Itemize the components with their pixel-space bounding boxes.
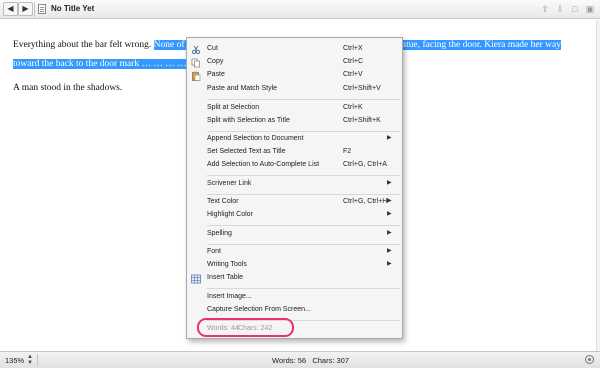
zoom-stepper-icon[interactable]: ▲ ▼ bbox=[27, 354, 33, 366]
shortcut-paste: Ctrl+V bbox=[343, 71, 363, 78]
menu-label-writing-tools: Writing Tools bbox=[207, 261, 247, 268]
target-icon[interactable] bbox=[585, 355, 594, 364]
menu-item-insert-table[interactable]: Insert Table bbox=[187, 272, 402, 285]
menu-item-split[interactable]: Split at Selection Ctrl+K bbox=[187, 102, 402, 115]
shortcut-set-title: F2 bbox=[343, 148, 352, 155]
menu-item-append[interactable]: Append Selection to Document ▶ bbox=[187, 133, 402, 146]
submenu-arrow-icon: ▶ bbox=[387, 198, 392, 204]
paste-icon bbox=[192, 71, 201, 81]
table-icon bbox=[191, 274, 201, 284]
submenu-arrow-icon: ▶ bbox=[387, 180, 392, 186]
shortcut-copy: Ctrl+C bbox=[343, 58, 364, 65]
submenu-arrow-icon: ▶ bbox=[387, 211, 392, 217]
menu-item-insert-image[interactable]: Insert Image... bbox=[187, 291, 402, 304]
menu-separator bbox=[207, 194, 400, 195]
menu-label-capture-selection: Capture Selection From Screen... bbox=[207, 306, 311, 313]
submenu-arrow-icon: ▶ bbox=[387, 261, 392, 267]
menu-item-spelling[interactable]: Spelling ▶ bbox=[187, 228, 402, 241]
shortcut-cut: Ctrl+X bbox=[343, 45, 363, 52]
shortcut-split: Ctrl+K bbox=[343, 104, 363, 111]
menu-item-text-color[interactable]: Text Color Ctrl+G, Ctrl+H ▶ bbox=[187, 196, 402, 209]
menu-item-font[interactable]: Font ▶ bbox=[187, 246, 402, 259]
menu-item-highlight-color[interactable]: Highlight Color ▶ bbox=[187, 209, 402, 222]
document-stats: Words: 56 Chars: 307 bbox=[272, 356, 349, 365]
menu-separator bbox=[207, 99, 400, 100]
menu-label-autocomplete: Add Selection to Auto-Complete List bbox=[207, 161, 320, 168]
submenu-arrow-icon: ▶ bbox=[387, 248, 392, 254]
document-icon bbox=[38, 4, 46, 14]
document-title[interactable]: No Title Yet bbox=[51, 4, 94, 13]
char-count: Chars: 307 bbox=[312, 356, 349, 365]
footer-bar: 135% ▲ ▼ Words: 56 Chars: 307 bbox=[0, 351, 600, 368]
submenu-arrow-icon: ▶ bbox=[387, 230, 392, 236]
menu-label-cut: Cut bbox=[207, 45, 218, 52]
menu-label-set-title: Set Selected Text as Title bbox=[207, 148, 286, 155]
menu-label-spelling: Spelling bbox=[207, 230, 232, 237]
menu-item-paste-match-style[interactable]: Paste and Match Style Ctrl+Shift+V bbox=[187, 83, 402, 96]
menu-item-split-title[interactable]: Split with Selection as Title Ctrl+Shift… bbox=[187, 115, 402, 128]
footer-divider bbox=[37, 354, 38, 366]
down-icon[interactable]: ⇩ bbox=[555, 3, 565, 15]
menu-label-copy: Copy bbox=[207, 58, 224, 65]
editor-scrollbar[interactable] bbox=[596, 20, 600, 351]
menu-label-insert-image: Insert Image... bbox=[207, 293, 252, 300]
header-divider bbox=[34, 2, 35, 17]
menu-separator bbox=[207, 175, 400, 176]
back-button[interactable]: ◀ bbox=[3, 2, 18, 16]
annotation-highlight-ring bbox=[197, 318, 294, 337]
menu-item-scrivener-link[interactable]: Scrivener Link ▶ bbox=[187, 178, 402, 191]
header-bar: ◀ ▶ No Title Yet ⇧ ⇩ □ ▣ bbox=[0, 0, 600, 19]
up-icon[interactable]: ⇧ bbox=[540, 3, 550, 15]
menu-separator bbox=[207, 225, 400, 226]
menu-label-split-title: Split with Selection as Title bbox=[207, 117, 290, 124]
menu-item-autocomplete[interactable]: Add Selection to Auto-Complete List Ctrl… bbox=[187, 159, 402, 172]
menu-label-append: Append Selection to Document bbox=[207, 135, 304, 142]
shortcut-split-title: Ctrl+Shift+K bbox=[343, 117, 381, 124]
menu-item-writing-tools[interactable]: Writing Tools ▶ bbox=[187, 259, 402, 272]
shortcut-paste-match-style: Ctrl+Shift+V bbox=[343, 85, 381, 92]
menu-label-scrivener-link: Scrivener Link bbox=[207, 180, 252, 187]
scissors-icon bbox=[191, 45, 201, 55]
menu-item-paste[interactable]: Paste Ctrl+V bbox=[187, 69, 402, 82]
forward-button[interactable]: ▶ bbox=[18, 2, 33, 16]
submenu-arrow-icon: ▶ bbox=[387, 135, 392, 141]
menu-item-capture-selection[interactable]: Capture Selection From Screen... bbox=[187, 304, 402, 317]
word-count: Words: 56 bbox=[272, 356, 307, 365]
shortcut-autocomplete: Ctrl+G, Ctrl+A bbox=[343, 161, 387, 168]
menu-label-text-color: Text Color bbox=[207, 198, 239, 205]
paragraph-2[interactable]: A man stood in the shadows. bbox=[13, 83, 122, 93]
menu-separator bbox=[207, 244, 400, 245]
menu-item-cut[interactable]: Cut Ctrl+X bbox=[187, 43, 402, 56]
zoom-level[interactable]: 135% bbox=[5, 356, 24, 365]
menu-label-highlight-color: Highlight Color bbox=[207, 211, 253, 218]
menu-label-insert-table: Insert Table bbox=[207, 274, 244, 281]
split-icon[interactable]: □ bbox=[570, 3, 580, 15]
menu-label-paste-match-style: Paste and Match Style bbox=[207, 85, 278, 92]
menu-label-split: Split at Selection bbox=[207, 104, 260, 111]
menu-label-paste: Paste bbox=[207, 71, 225, 78]
menu-item-set-title[interactable]: Set Selected Text as Title F2 bbox=[187, 146, 402, 159]
menu-label-font: Font bbox=[207, 248, 222, 255]
menu-separator bbox=[207, 131, 400, 132]
copy-icon bbox=[191, 58, 200, 68]
shortcut-text-color: Ctrl+G, Ctrl+H bbox=[343, 198, 388, 205]
collapse-icon[interactable]: ▣ bbox=[585, 3, 595, 15]
context-menu: Cut Ctrl+X Copy Ctrl+C Paste Ctrl+V Past… bbox=[186, 37, 403, 339]
menu-separator bbox=[207, 288, 400, 289]
menu-item-copy[interactable]: Copy Ctrl+C bbox=[187, 56, 402, 69]
unselected-text: Everything about the bar felt wrong. bbox=[13, 40, 154, 50]
